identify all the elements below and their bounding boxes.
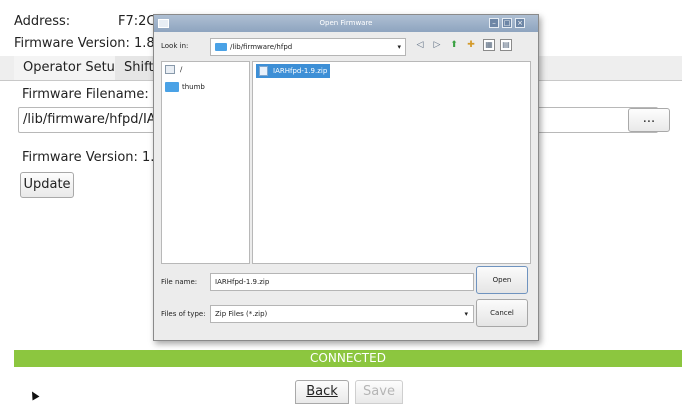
firmware-filename-label: Firmware Filename: (22, 87, 149, 102)
sidebar-item-thumb[interactable]: thumb (165, 82, 205, 92)
cancel-button[interactable]: Cancel (476, 299, 528, 327)
file-name-label: File name: (161, 278, 198, 286)
folder-icon (165, 82, 179, 92)
save-button[interactable]: Save (355, 380, 403, 404)
file-list-pane: IARHfpd-1.9.zip (252, 61, 531, 264)
back-button-label: Back (306, 384, 338, 399)
minimize-icon[interactable]: – (489, 18, 499, 28)
detail-view-icon[interactable]: ▤ (500, 39, 512, 51)
new-folder-icon[interactable]: ✚ (465, 39, 477, 51)
mouse-cursor-icon (28, 389, 40, 401)
firmware-version-current: Firmware Version: 1.8 (14, 36, 155, 51)
open-button[interactable]: Open (476, 266, 528, 294)
chevron-down-icon: ▾ (464, 310, 468, 318)
files-of-type-select[interactable]: Zip Files (*.zip) ▾ (210, 305, 474, 323)
dialog-title: Open Firmware (319, 19, 373, 27)
file-item-selected[interactable]: IARHfpd-1.9.zip (256, 64, 331, 78)
update-button[interactable]: Update (20, 172, 74, 198)
file-name-input[interactable]: IARHfpd-1.9.zip (210, 273, 474, 291)
browse-button[interactable]: ... (628, 108, 670, 132)
folder-icon (215, 43, 227, 51)
maximize-icon[interactable]: □ (502, 18, 512, 28)
files-of-type-value: Zip Files (*.zip) (215, 310, 268, 318)
zip-file-icon (259, 66, 268, 76)
parent-folder-icon[interactable]: ⬆ (448, 39, 460, 51)
sidebar-item-thumb-label: thumb (182, 83, 205, 91)
sidebar-places-pane: / thumb (161, 61, 250, 264)
file-item-name: IARHfpd-1.9.zip (273, 67, 328, 75)
back-button[interactable]: Back (295, 380, 349, 404)
list-view-icon[interactable]: ▦ (483, 39, 495, 51)
new-firmware-version-label: Firmware Version: 1.9 (22, 150, 163, 165)
address-label: Address: (14, 14, 71, 29)
address-value: F7:2C (118, 14, 156, 29)
close-icon[interactable]: × (515, 18, 525, 28)
look-in-combo[interactable]: /lib/firmware/hfpd ▾ (210, 38, 406, 56)
connection-status-bar: CONNECTED (14, 350, 682, 367)
files-of-type-label: Files of type: (161, 310, 206, 318)
chevron-down-icon: ▾ (397, 43, 401, 51)
back-arrow-icon[interactable]: ◁ (414, 39, 426, 51)
look-in-label: Look in: (161, 42, 189, 50)
drive-icon (165, 65, 175, 74)
forward-arrow-icon[interactable]: ▷ (431, 39, 443, 51)
open-firmware-dialog: Open Firmware – □ × Look in: /lib/firmwa… (153, 14, 539, 341)
look-in-value: /lib/firmware/hfpd (230, 43, 293, 51)
sidebar-item-root[interactable]: / (165, 65, 182, 74)
sidebar-item-root-label: / (180, 65, 183, 74)
